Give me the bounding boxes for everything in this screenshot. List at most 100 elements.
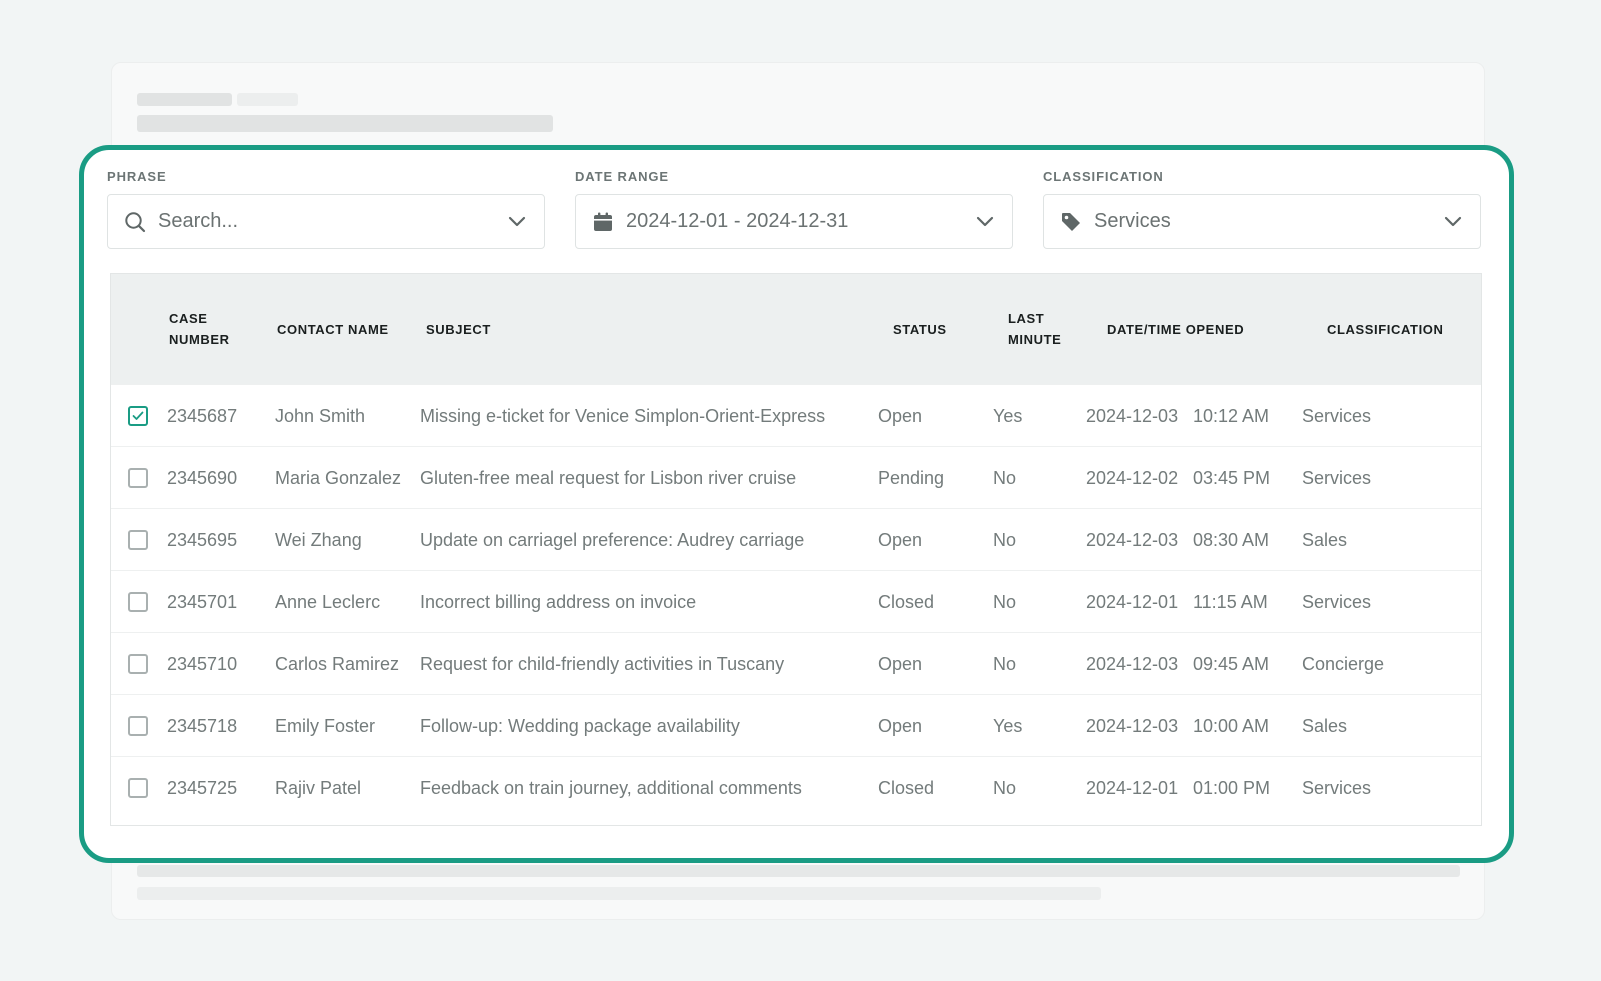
table-row[interactable]: 2345725 Rajiv Patel Feedback on train jour… (111, 756, 1481, 818)
cell-subject: Feedback on train journey, additional co… (420, 777, 802, 798)
column-header-subject[interactable]: SUBJECT (426, 274, 626, 384)
cell-time: 03:45 PM (1193, 467, 1271, 488)
cell-date-opened: 2024-12-03 09:45 AM (1086, 633, 1269, 695)
cell-status: Open (878, 529, 923, 550)
cell-contact-name: Rajiv Patel (275, 777, 362, 798)
skeleton-title-line (137, 93, 232, 106)
cell-last-minute: No (993, 591, 1017, 612)
chevron-down-icon[interactable] (506, 211, 528, 233)
skeleton-subtitle-line (137, 115, 553, 132)
cell-date: 2024-12-02 (1086, 467, 1179, 488)
column-header-contact-name[interactable]: CONTACT NAME (277, 274, 397, 384)
chevron-down-icon[interactable] (1442, 211, 1464, 233)
date-range-filter-label: DATE RANGE (575, 169, 669, 184)
cell-case-number: 2345687 (167, 405, 238, 426)
table-row[interactable]: 2345718 Emily Foster Follow-up: Wedding pa… (111, 694, 1481, 756)
cell-case-number: 2345701 (167, 591, 238, 612)
row-select-checkbox[interactable] (128, 716, 148, 736)
cell-status: Closed (878, 777, 935, 798)
cell-case-number: 2345718 (167, 715, 238, 736)
cell-time: 01:00 PM (1193, 777, 1271, 798)
tag-icon (1060, 211, 1082, 233)
column-header-date-opened[interactable]: DATE/TIME OPENED (1107, 274, 1307, 384)
cell-case-number: 2345690 (167, 467, 238, 488)
cell-date: 2024-12-03 (1086, 715, 1179, 736)
filter-bar: PHRASE Search... DATE RANGE 2024-12-01 -… (104, 168, 1481, 250)
cell-contact-name: John Smith (275, 405, 366, 426)
cell-last-minute: Yes (993, 715, 1023, 736)
cell-date-opened: 2024-12-01 11:15 AM (1086, 571, 1268, 633)
cell-contact-name: Anne Leclerc (275, 591, 381, 612)
cell-time: 09:45 AM (1193, 653, 1270, 674)
table-row[interactable]: 2345701 Anne Leclerc Incorrect billing add… (111, 570, 1481, 632)
phrase-search-input[interactable]: Search... (107, 194, 545, 249)
cell-time: 11:15 AM (1193, 591, 1268, 612)
table-row[interactable]: 2345710 Carlos Ramirez Request for child-f… (111, 632, 1481, 694)
column-header-last-minute[interactable]: LAST MINUTE (1008, 274, 1078, 384)
skeleton-bottom-line-short (137, 887, 1101, 900)
cell-date-opened: 2024-12-03 10:12 AM (1086, 385, 1269, 447)
cell-contact-name: Carlos Ramirez (275, 653, 400, 674)
classification-value: Services (1094, 210, 1171, 232)
cell-classification: Services (1302, 405, 1372, 426)
date-range-select[interactable]: 2024-12-01 - 2024-12-31 (575, 194, 1013, 249)
row-select-checkbox[interactable] (128, 592, 148, 612)
cell-date: 2024-12-03 (1086, 405, 1179, 426)
cell-subject: Missing e-ticket for Venice Simplon-Orie… (420, 405, 826, 426)
column-header-status[interactable]: STATUS (893, 274, 993, 384)
phrase-filter-label: PHRASE (107, 169, 167, 184)
cell-status: Closed (878, 591, 935, 612)
cell-date-opened: 2024-12-03 10:00 AM (1086, 695, 1269, 757)
cell-last-minute: Yes (993, 405, 1023, 426)
table-header: CASE NUMBER CONTACT NAME SUBJECT STATUS … (111, 274, 1481, 384)
cell-time: 10:00 AM (1193, 715, 1270, 736)
cell-contact-name: Wei Zhang (275, 529, 362, 550)
classification-select[interactable]: Services (1043, 194, 1481, 249)
cell-date: 2024-12-03 (1086, 529, 1179, 550)
checkmark-icon (132, 411, 144, 420)
cell-case-number: 2345725 (167, 777, 238, 798)
cell-subject: Gluten-free meal request for Lisbon rive… (420, 467, 797, 488)
cell-subject: Update on carriagel preference: Audrey c… (420, 529, 805, 550)
column-header-case-number[interactable]: CASE NUMBER (169, 274, 259, 384)
cell-date-opened: 2024-12-02 03:45 PM (1086, 447, 1270, 509)
table-row[interactable]: 2345695 Wei Zhang Update on carriagel pref… (111, 508, 1481, 570)
cell-date-opened: 2024-12-01 01:00 PM (1086, 757, 1270, 819)
cell-date: 2024-12-03 (1086, 653, 1179, 674)
cell-classification: Sales (1302, 715, 1348, 736)
table-row[interactable]: 2345690 Maria Gonzalez Gluten-free meal re… (111, 446, 1481, 508)
cases-table: CASE NUMBER CONTACT NAME SUBJECT STATUS … (110, 273, 1482, 826)
cell-contact-name: Emily Foster (275, 715, 376, 736)
cell-contact-name: Maria Gonzalez (275, 467, 402, 488)
calendar-icon (592, 211, 614, 233)
row-select-checkbox[interactable] (128, 468, 148, 488)
classification-filter-label: CLASSIFICATION (1043, 169, 1164, 184)
date-range-value: 2024-12-01 - 2024-12-31 (626, 210, 849, 232)
cell-case-number: 2345710 (167, 653, 238, 674)
cell-last-minute: No (993, 653, 1017, 674)
row-select-checkbox[interactable] (128, 778, 148, 798)
row-select-checkbox[interactable] (128, 406, 148, 426)
cell-time: 10:12 AM (1193, 405, 1270, 426)
phrase-filter: PHRASE Search... (107, 168, 545, 249)
cell-classification: Services (1302, 467, 1372, 488)
cell-date: 2024-12-01 (1086, 777, 1179, 798)
cell-classification: Services (1302, 591, 1372, 612)
table-row[interactable]: 2345687 John Smith Missing e-ticket for Ve… (111, 384, 1481, 446)
chevron-down-icon[interactable] (974, 211, 996, 233)
cell-status: Open (878, 715, 923, 736)
cell-date: 2024-12-01 (1086, 591, 1179, 612)
cell-last-minute: No (993, 467, 1017, 488)
cell-subject: Incorrect billing address on invoice (420, 591, 697, 612)
cell-time: 08:30 AM (1193, 529, 1270, 550)
column-header-classification[interactable]: CLASSIFICATION (1327, 274, 1477, 384)
row-select-checkbox[interactable] (128, 654, 148, 674)
cell-case-number: 2345695 (167, 529, 238, 550)
row-select-checkbox[interactable] (128, 530, 148, 550)
cell-classification: Concierge (1302, 653, 1385, 674)
cell-subject: Request for child-friendly activities in… (420, 653, 785, 674)
cell-classification: Services (1302, 777, 1372, 798)
phrase-search-placeholder: Search... (158, 210, 239, 232)
cell-last-minute: No (993, 777, 1017, 798)
date-range-filter: DATE RANGE 2024-12-01 - 2024-12-31 (575, 168, 1013, 249)
